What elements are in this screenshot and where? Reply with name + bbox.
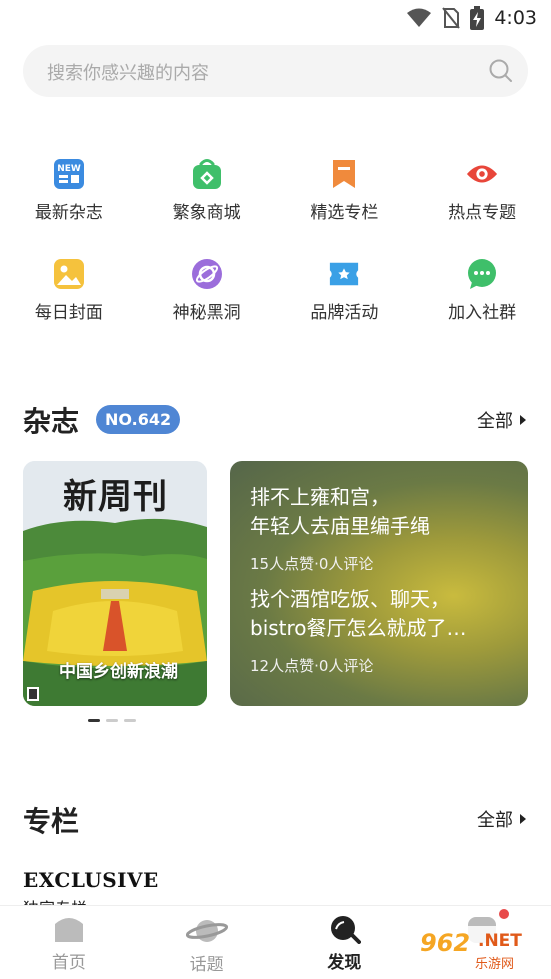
tab-label: 发现 [327,953,362,973]
caret-right-icon [520,415,526,425]
column-more-link[interactable]: 全部 [477,806,527,832]
search-icon[interactable] [488,58,514,84]
more-label: 全部 [477,810,513,831]
wifi-icon [407,8,432,27]
discover-icon [331,916,362,944]
ticket-icon [330,262,359,286]
carousel-dot-active [88,719,100,722]
magazine-masthead: 新周刊 [63,477,168,517]
home-icon [54,918,83,942]
column-section-title: 专栏 [23,805,80,838]
watermark-cn: 乐游网 [475,957,515,972]
grid-label: 品牌活动 [310,303,379,323]
featured-articles-card[interactable]: 排不上雍和宫， 年轻人去庙里编手绳 15人点赞·0人评论 找个酒馆吃饭、聊天， … [230,461,528,706]
grid-label: 加入社群 [448,303,517,323]
blackhole-icon [191,259,222,289]
watermark-number: 962 [420,929,471,957]
article-item[interactable]: 找个酒馆吃饭、聊天， bistro餐厅怎么就成了… 12人点赞·0人评论 [250,585,467,676]
article-title-line1: 找个酒馆吃饭、聊天， [250,587,450,611]
notification-dot [497,907,512,921]
caret-right-icon [520,814,526,824]
watermark-net: .NET [478,931,522,951]
article-item[interactable]: 排不上雍和宫， 年轻人去庙里编手绳 15人点赞·0人评论 [250,483,430,574]
magazine-cover-card[interactable]: 新周刊 中国乡创新浪潮 [23,461,207,706]
article-title-line2: bistro餐厅怎么就成了… [250,616,467,640]
more-label: 全部 [477,411,513,432]
grid-item-columns[interactable]: 精选专栏 [276,158,414,258]
article-title-line2: 年轻人去庙里编手绳 [250,514,430,538]
tab-label: 首页 [51,953,86,973]
grid-label: 神秘黑洞 [172,303,241,323]
article-meta: 15人点赞·0人评论 [250,555,374,573]
tab-label: 话题 [189,955,224,975]
article-title-line1: 排不上雍和宫， [250,485,390,509]
tab-home[interactable]: 首页 [0,906,138,979]
issue-badge: NO.642 [96,405,181,434]
grid-item-brand-events[interactable]: 品牌活动 [276,258,414,358]
eye-icon [467,165,498,183]
chat-icon [468,259,497,289]
search-placeholder[interactable]: 搜索你感兴趣的内容 [47,59,209,85]
carousel-indicator [88,719,136,722]
tab-topics[interactable]: 话题 [138,906,276,979]
no-sim-icon [442,7,461,29]
carousel-dot [106,719,118,722]
magazine-section-title: 杂志 [23,405,80,438]
magazine-headline: 中国乡创新浪潮 [59,662,178,682]
status-time: 4:03 [494,7,537,29]
grid-item-latest-magazine[interactable]: NEW 最新杂志 [0,158,138,258]
grid-label: 精选专栏 [310,203,379,223]
article-meta: 12人点赞·0人评论 [250,657,374,675]
grid-label: 每日封面 [34,303,103,323]
grid-item-black-hole[interactable]: 神秘黑洞 [138,258,276,358]
exclusive-logo-text: EXCLUSIVE [23,868,159,892]
grid-label: 热点专题 [448,203,517,223]
grid-item-daily-cover[interactable]: 每日封面 [0,258,138,358]
quick-entry-grid: NEW 最新杂志 繁象商城 精选专栏 热点专题 每日封面 神秘黑洞 品牌活动 加… [0,158,551,358]
grid-item-mall[interactable]: 繁象商城 [138,158,276,258]
tab-discover[interactable]: 发现 [276,906,414,979]
battery-charging-icon [470,6,485,30]
exclusive-subtitle: 独家专栏 [23,895,87,905]
svg-text:NEW: NEW [57,164,81,174]
grid-label: 繁象商城 [172,203,241,223]
new-magazine-icon: NEW [53,159,84,189]
shopping-bag-icon [192,159,221,189]
status-bar: 4:03 [0,0,551,36]
grid-label: 最新杂志 [34,203,103,223]
grid-item-hot-topics[interactable]: 热点专题 [413,158,551,258]
grid-item-join-community[interactable]: 加入社群 [413,258,551,358]
planet-icon [185,920,228,942]
picture-icon [53,259,84,289]
bookmark-icon [333,160,356,188]
magazine-more-link[interactable]: 全部 [477,407,527,433]
carousel-dot [124,719,136,722]
search-bar[interactable]: 搜索你感兴趣的内容 [23,45,528,97]
